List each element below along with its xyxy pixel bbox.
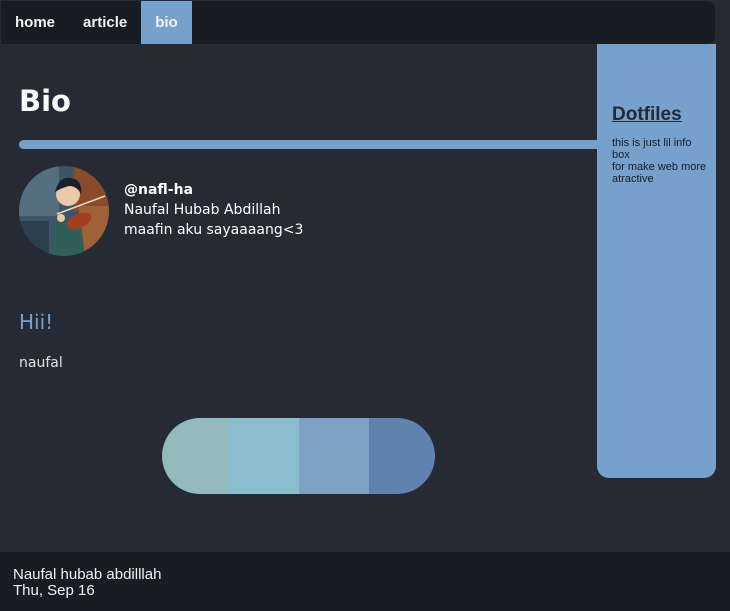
footer-date: Thu, Sep 16	[13, 582, 95, 599]
color-palette	[162, 418, 435, 494]
dotfiles-link[interactable]: Dotfiles	[612, 104, 682, 126]
nav-home-link[interactable]: home	[1, 1, 69, 44]
greeting-heading: Hii!	[19, 310, 54, 334]
nav-article-link[interactable]: article	[69, 1, 141, 44]
title-divider	[19, 140, 609, 149]
top-navbar: home article bio	[1, 1, 715, 44]
nav-bio-link[interactable]: bio	[141, 1, 192, 44]
footer: Naufal hubab abdilllah Thu, Sep 16	[0, 552, 730, 611]
profile-name: Naufal Hubab Abdillah	[124, 202, 281, 218]
palette-swatch	[299, 418, 369, 494]
avatar-illustration	[19, 166, 109, 256]
sidebar-description: this is just lil info box for make web m…	[612, 137, 707, 185]
profile-bio: maafin aku sayaaaang<3	[124, 222, 304, 238]
avatar	[19, 166, 109, 256]
page-title: Bio	[19, 84, 71, 118]
footer-author: Naufal hubab abdilllah	[13, 566, 162, 583]
about-text: naufal	[19, 355, 63, 371]
profile-info: @nafl-ha Naufal Hubab Abdillah maafin ak…	[124, 180, 303, 240]
palette-swatch	[229, 418, 299, 494]
palette-swatch	[162, 418, 229, 494]
sidebar-info-box: Dotfiles this is just lil info box for m…	[597, 44, 716, 478]
palette-swatch	[369, 418, 435, 494]
profile-handle: @nafl-ha	[124, 182, 194, 198]
